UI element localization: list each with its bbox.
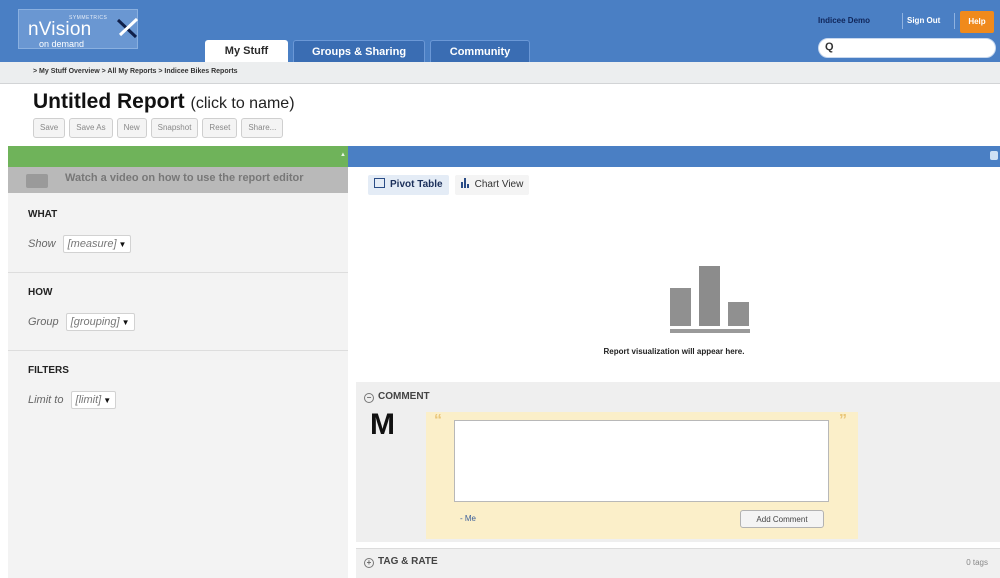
tab-my-stuff[interactable]: My Stuff — [205, 40, 288, 62]
tab-chart-view[interactable]: Chart View — [454, 175, 530, 196]
visualization-placeholder-text: Report visualization will appear here. — [603, 347, 745, 356]
new-button[interactable]: New — [116, 118, 147, 138]
search-icon[interactable]: Q — [825, 41, 834, 53]
chart-placeholder-icon — [670, 266, 750, 333]
collapse-icon: − — [364, 393, 374, 403]
pivot-table-icon — [374, 178, 385, 188]
grouping-dropdown[interactable]: [grouping] ▼ — [65, 313, 135, 331]
add-comment-button[interactable]: Add Comment — [740, 510, 824, 528]
open-quote-icon: “ — [434, 412, 442, 429]
toolbar: Save Save As New Snapshot Reset Share... — [33, 118, 284, 138]
avatar: M — [370, 408, 395, 441]
close-quote-icon: ” — [839, 412, 847, 429]
measure-dropdown[interactable]: [measure] ▼ — [62, 235, 132, 253]
comment-input[interactable] — [454, 420, 829, 502]
bar-chart-icon — [460, 176, 470, 196]
snapshot-button[interactable]: Snapshot — [150, 118, 199, 138]
section-divider — [8, 350, 348, 351]
chart-view-label: Chart View — [474, 179, 524, 190]
grouping-value: [grouping] — [70, 316, 120, 328]
comment-heading-text: COMMENT — [378, 391, 430, 402]
report-editor-panel: Watch a video on how to use the report e… — [8, 167, 348, 578]
how-heading: HOW — [28, 287, 53, 298]
help-button[interactable]: Help — [960, 11, 994, 33]
breadcrumb-bar: > My Stuff Overview > All My Reports > I… — [0, 62, 1000, 84]
report-title-hint: (click to name) — [190, 95, 295, 112]
logo-subtitle: on demand — [39, 39, 85, 49]
search-input[interactable] — [845, 41, 990, 55]
what-heading: WHAT — [28, 209, 58, 220]
measure-value: [measure] — [67, 238, 117, 250]
limit-label: Limit to — [28, 394, 64, 406]
video-bar[interactable]: Watch a video on how to use the report e… — [8, 167, 348, 193]
how-row: Group [grouping] ▼ — [28, 313, 135, 331]
search-box: Q — [818, 38, 996, 58]
header-divider — [954, 13, 955, 29]
reset-button[interactable]: Reset — [202, 118, 238, 138]
limit-value: [limit] — [75, 394, 102, 406]
section-divider — [8, 272, 348, 273]
logo-name: nVision — [28, 19, 92, 40]
video-link[interactable]: Watch a video on how to use the report e… — [65, 172, 304, 184]
tag-rate-heading[interactable]: + TAG & RATE — [364, 556, 438, 568]
group-label: Group — [28, 316, 59, 328]
right-panel-header — [348, 146, 1000, 167]
tab-groups-sharing[interactable]: Groups & Sharing — [293, 40, 425, 62]
comment-heading[interactable]: − COMMENT — [364, 391, 430, 403]
chevron-down-icon: ▼ — [103, 396, 112, 405]
app-window: SYMMETRICS nVision on demand My Stuff Gr… — [0, 0, 1000, 578]
logo[interactable]: SYMMETRICS nVision on demand — [18, 9, 139, 49]
expand-icon: + — [364, 558, 374, 568]
breadcrumb[interactable]: > My Stuff Overview > All My Reports > I… — [33, 68, 238, 75]
report-title-text: Untitled Report — [33, 90, 185, 113]
filters-heading: FILTERS — [28, 365, 69, 376]
filters-row: Limit to [limit] ▼ — [28, 391, 117, 409]
comment-section: − COMMENT M “ ” - Me Add Comment — [356, 382, 1000, 542]
tab-pivot-table[interactable]: Pivot Table — [368, 175, 449, 195]
sign-out-link[interactable]: Sign Out — [907, 16, 940, 25]
left-panel-header — [8, 146, 348, 167]
what-row: Show [measure] ▼ — [28, 235, 132, 253]
tag-count: 0 tags — [966, 558, 988, 567]
share-button[interactable]: Share... — [241, 118, 284, 138]
collapse-arrow-icon[interactable]: ▲ — [340, 152, 346, 158]
save-as-button[interactable]: Save As — [69, 118, 113, 138]
view-tabs: Pivot Table Chart View — [368, 175, 530, 196]
header-divider — [902, 13, 903, 29]
logo-mark-icon — [116, 17, 139, 39]
save-button[interactable]: Save — [33, 118, 66, 138]
comment-form: “ ” - Me Add Comment — [426, 412, 858, 539]
comment-author[interactable]: - Me — [460, 514, 476, 523]
pivot-table-label: Pivot Table — [390, 179, 443, 190]
top-bar: SYMMETRICS nVision on demand My Stuff Gr… — [0, 0, 1000, 62]
show-label: Show — [28, 238, 56, 250]
video-icon — [26, 174, 48, 188]
user-name-link[interactable]: Indicee Demo — [818, 16, 870, 25]
chevron-down-icon: ▼ — [121, 318, 130, 327]
tab-community[interactable]: Community — [430, 40, 530, 62]
tag-rate-heading-text: TAG & RATE — [378, 556, 438, 567]
chevron-down-icon: ▼ — [118, 240, 127, 249]
tag-rate-section: + TAG & RATE 0 tags — [356, 548, 1000, 578]
report-view-panel: Pivot Table Chart View Report visualizat… — [348, 167, 1000, 578]
limit-dropdown[interactable]: [limit] ▼ — [70, 391, 117, 409]
panel-toggle-icon[interactable] — [990, 151, 998, 160]
report-title[interactable]: Untitled Report (click to name) — [33, 90, 295, 114]
